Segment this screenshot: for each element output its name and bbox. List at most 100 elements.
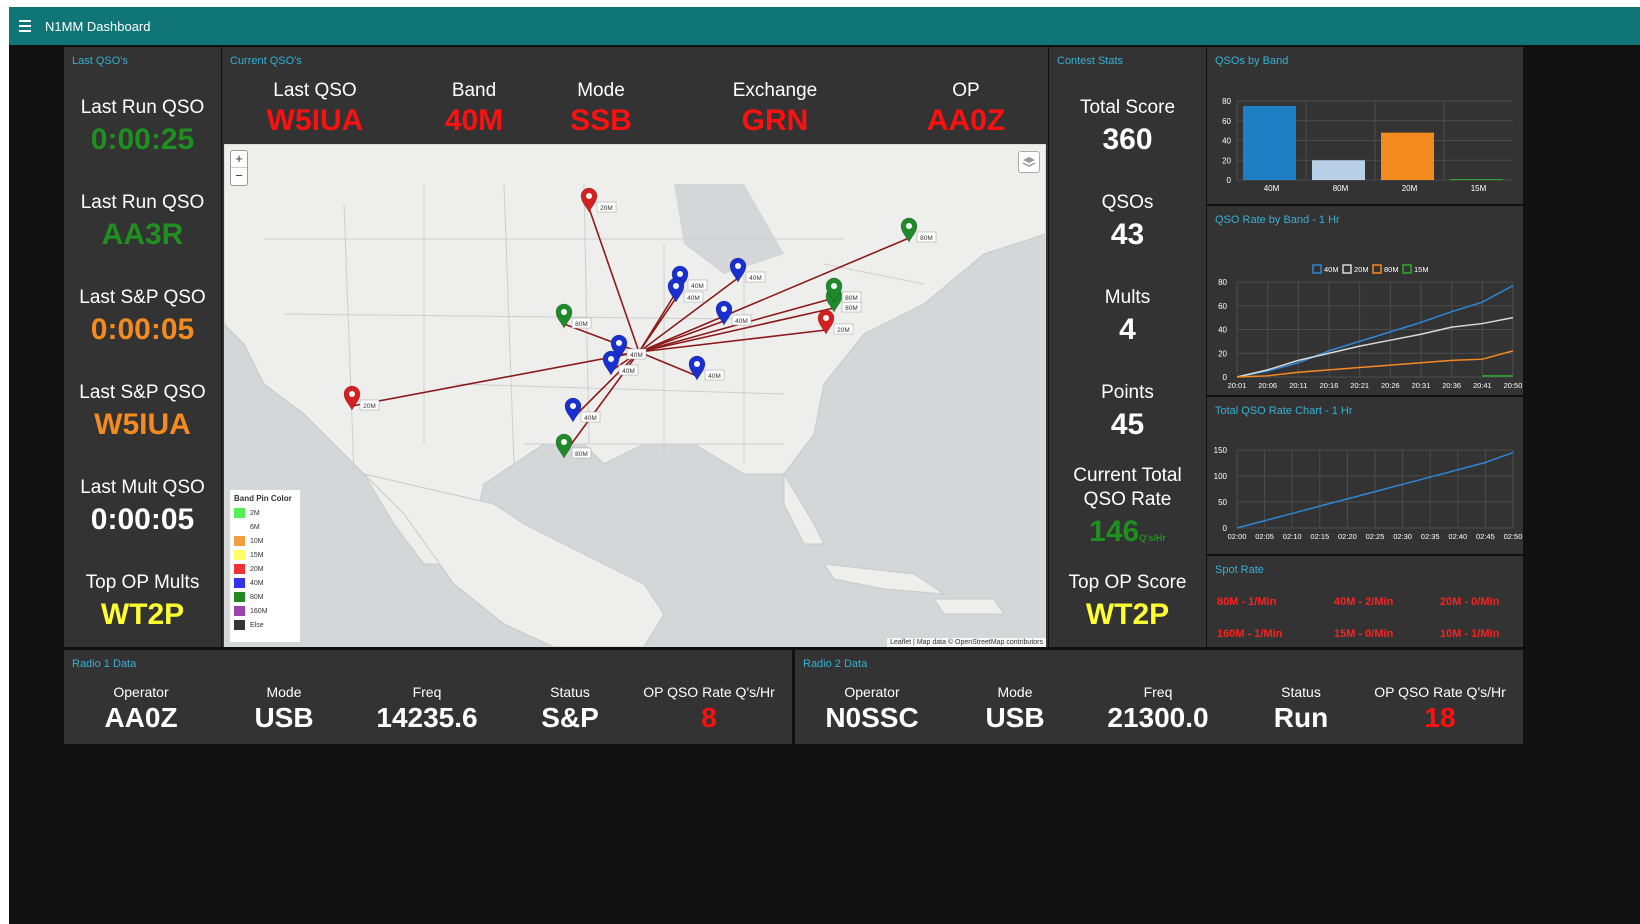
legend-swatch bbox=[1342, 264, 1352, 274]
qso-map[interactable]: 20M 80M 40M 40M 40M 80M 80M 20M 40M 40M 40M 20M 40M 8… bbox=[224, 144, 1046, 647]
legend-title: Band Pin Color bbox=[234, 494, 292, 503]
stat-value: WT2P bbox=[100, 598, 185, 631]
radio-2-panel: Radio 2 Data Operator N0SSC Mode USB Fre… bbox=[795, 650, 1523, 744]
panel-title: Radio 2 Data bbox=[803, 658, 868, 670]
field-value: Run bbox=[1273, 702, 1329, 733]
pin-label: 20M bbox=[600, 205, 613, 212]
legend-item: Else bbox=[234, 618, 296, 632]
radio-1-status: Status S&P bbox=[495, 684, 645, 734]
y-tick-label: 20 bbox=[1218, 349, 1227, 358]
field-label: Mode bbox=[266, 684, 302, 700]
panel-title: QSO Rate by Band - 1 Hr bbox=[1215, 214, 1340, 226]
legend-swatch bbox=[1372, 264, 1382, 274]
app-title: N1MM Dashboard bbox=[45, 18, 151, 34]
qsos-count: QSOs 43 bbox=[1049, 192, 1206, 252]
legend-swatch bbox=[234, 620, 245, 630]
spot-rate-item: 15M - 0/Min bbox=[1334, 628, 1394, 640]
pin-dot bbox=[616, 340, 622, 346]
y-tick-label: 40 bbox=[1218, 326, 1227, 335]
legend-swatch bbox=[234, 522, 245, 532]
stat-label: Points bbox=[1101, 382, 1154, 403]
stat-value: 45 bbox=[1110, 408, 1145, 441]
spot-rate-item: 40M - 2/Min bbox=[1334, 596, 1394, 608]
stat-value: 0:00:05 bbox=[90, 503, 195, 536]
radio-1-freq: Freq 14235.6 bbox=[352, 684, 502, 734]
stat-value: 0:00:05 bbox=[90, 313, 195, 346]
radio-2-op-rate: OP QSO Rate Q's/Hr 18 bbox=[1359, 684, 1521, 734]
x-tick-label: 02:10 bbox=[1283, 532, 1302, 541]
radio-1-op-rate: OP QSO Rate Q's/Hr 8 bbox=[628, 684, 790, 734]
top-op-mults: Top OP Mults WT2P bbox=[64, 572, 221, 632]
pin-label: 20M bbox=[363, 403, 376, 410]
pin-label: 40M bbox=[622, 368, 635, 375]
pin-dot bbox=[608, 356, 614, 362]
pin-label: 80M bbox=[845, 295, 858, 302]
zoom-control: + − bbox=[230, 150, 248, 186]
radio-2-freq: Freq 21300.0 bbox=[1083, 684, 1233, 734]
qsos-by-band-chart: 0 20 40 60 80 40M 80M 20M 15M bbox=[1222, 97, 1513, 193]
legend-label: 20M bbox=[1354, 265, 1369, 274]
zoom-in-button[interactable]: + bbox=[231, 151, 247, 168]
stat-label: Mults bbox=[1104, 287, 1151, 308]
stat-label: Current Total bbox=[1073, 465, 1182, 486]
current-exchange: Exchange GRN bbox=[705, 80, 845, 138]
field-label: Freq bbox=[412, 684, 442, 700]
layers-icon[interactable] bbox=[1018, 151, 1040, 173]
pin-dot bbox=[735, 263, 741, 269]
legend-label: 20M bbox=[250, 565, 264, 573]
field-value: GRN bbox=[741, 104, 809, 137]
bar bbox=[1243, 105, 1296, 180]
qso-rate-by-band-chart: 02040608020:01 20:06 20:11 20:16 20:21 20:26 2… bbox=[1218, 264, 1522, 390]
pin-label: 40M bbox=[687, 295, 700, 302]
bar bbox=[1312, 160, 1365, 180]
bar bbox=[1450, 179, 1503, 180]
legend-item: 15M bbox=[234, 548, 296, 562]
field-label: OP QSO Rate Q's/Hr bbox=[1374, 684, 1506, 700]
pin-label: 40M bbox=[749, 275, 762, 282]
hamburger-menu-icon[interactable] bbox=[19, 14, 43, 38]
legend-swatch bbox=[234, 536, 245, 546]
x-tick-label: 15M bbox=[1471, 184, 1487, 193]
pin-dot bbox=[673, 283, 679, 289]
legend-label: 160M bbox=[250, 607, 268, 615]
map-attribution[interactable]: Leaflet | Map data © OpenStreetMap contr… bbox=[887, 638, 1046, 647]
total-score: Total Score 360 bbox=[1049, 97, 1206, 157]
pin-dot bbox=[349, 391, 355, 397]
stat-label: Top OP Mults bbox=[85, 572, 200, 593]
last-sp-qso-call: Last S&P QSO W5IUA bbox=[64, 382, 221, 442]
x-tick-label: 20:31 bbox=[1412, 381, 1431, 390]
legend-label: 40M bbox=[250, 579, 264, 587]
legend-swatch bbox=[234, 550, 245, 560]
panel-title: QSOs by Band bbox=[1215, 55, 1289, 67]
legend-item: 6M bbox=[234, 520, 296, 534]
stat-value: AA3R bbox=[101, 218, 184, 251]
field-value: S&P bbox=[541, 702, 599, 733]
y-tick-label: 40 bbox=[1222, 137, 1231, 146]
pin-dot bbox=[561, 439, 567, 445]
points-count: Points 45 bbox=[1049, 382, 1206, 442]
last-run-qso-time: Last Run QSO 0:00:25 bbox=[64, 97, 221, 157]
zoom-out-button[interactable]: − bbox=[231, 168, 247, 185]
qsos-by-band-panel: 0 20 40 60 80 40M 80M 20M 15M QSOs by Band bbox=[1207, 47, 1523, 204]
x-tick-label: 02:30 bbox=[1393, 532, 1412, 541]
last-sp-qso-time: Last S&P QSO 0:00:05 bbox=[64, 287, 221, 347]
x-tick-label: 20M bbox=[1402, 184, 1418, 193]
stat-label: Last Run QSO bbox=[80, 97, 205, 118]
stat-label: QSO Rate bbox=[1083, 489, 1172, 510]
x-tick-label: 02:35 bbox=[1421, 532, 1440, 541]
map-canvas: 20M 80M 40M 40M 40M 80M 80M 20M 40M 40M 40M 20M 40M 8… bbox=[224, 144, 1046, 647]
field-value: USB bbox=[985, 702, 1045, 733]
x-tick-label: 20:26 bbox=[1381, 381, 1400, 390]
field-value: 18 bbox=[1424, 702, 1456, 733]
y-tick-label: 60 bbox=[1222, 117, 1231, 126]
x-tick-label: 02:20 bbox=[1338, 532, 1357, 541]
field-value: AA0Z bbox=[926, 104, 1006, 137]
total-qso-rate-panel: 0 50 100 150 02:00 02:05 02:10 02:15 02:20 02:25 0… bbox=[1207, 397, 1523, 554]
legend-label: 40M bbox=[1324, 265, 1339, 274]
pin-dot bbox=[831, 283, 837, 289]
x-tick-label: 02:40 bbox=[1448, 532, 1467, 541]
stat-label: Total Score bbox=[1079, 97, 1176, 118]
field-label: Status bbox=[1281, 684, 1321, 700]
pin-dot bbox=[906, 223, 912, 229]
total-qso-rate-chart: 05010015002:00 02:05 02:10 02:15 02:20 02:25 0… bbox=[1214, 446, 1523, 541]
